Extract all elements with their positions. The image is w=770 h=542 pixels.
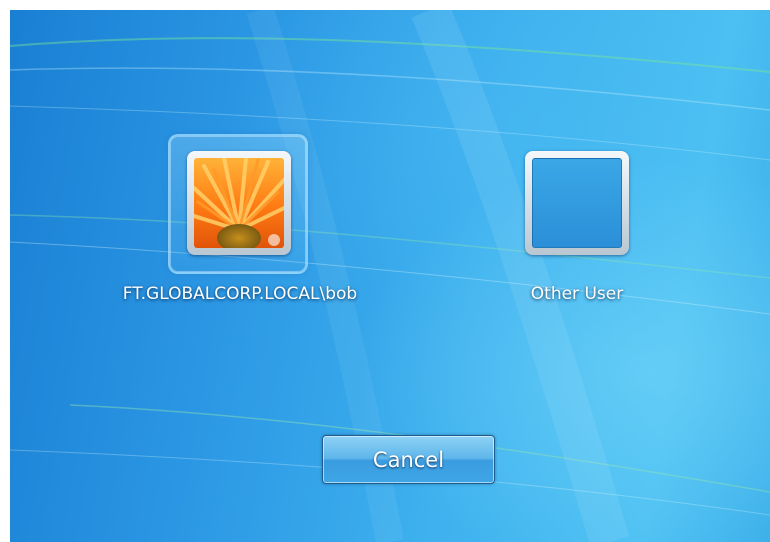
- user-name-other[interactable]: Other User: [507, 284, 647, 304]
- user-tile-bob[interactable]: [187, 151, 291, 255]
- orange-flower-picture-icon: [194, 158, 284, 248]
- user-name-bob[interactable]: FT.GLOBALCORP.LOCAL\bob: [70, 284, 410, 304]
- blank-user-picture: [532, 158, 622, 248]
- user-tile-other[interactable]: [525, 151, 629, 255]
- cancel-button[interactable]: Cancel: [322, 435, 495, 484]
- logon-screen: FT.GLOBALCORP.LOCAL\bob Other User Cance…: [10, 10, 770, 542]
